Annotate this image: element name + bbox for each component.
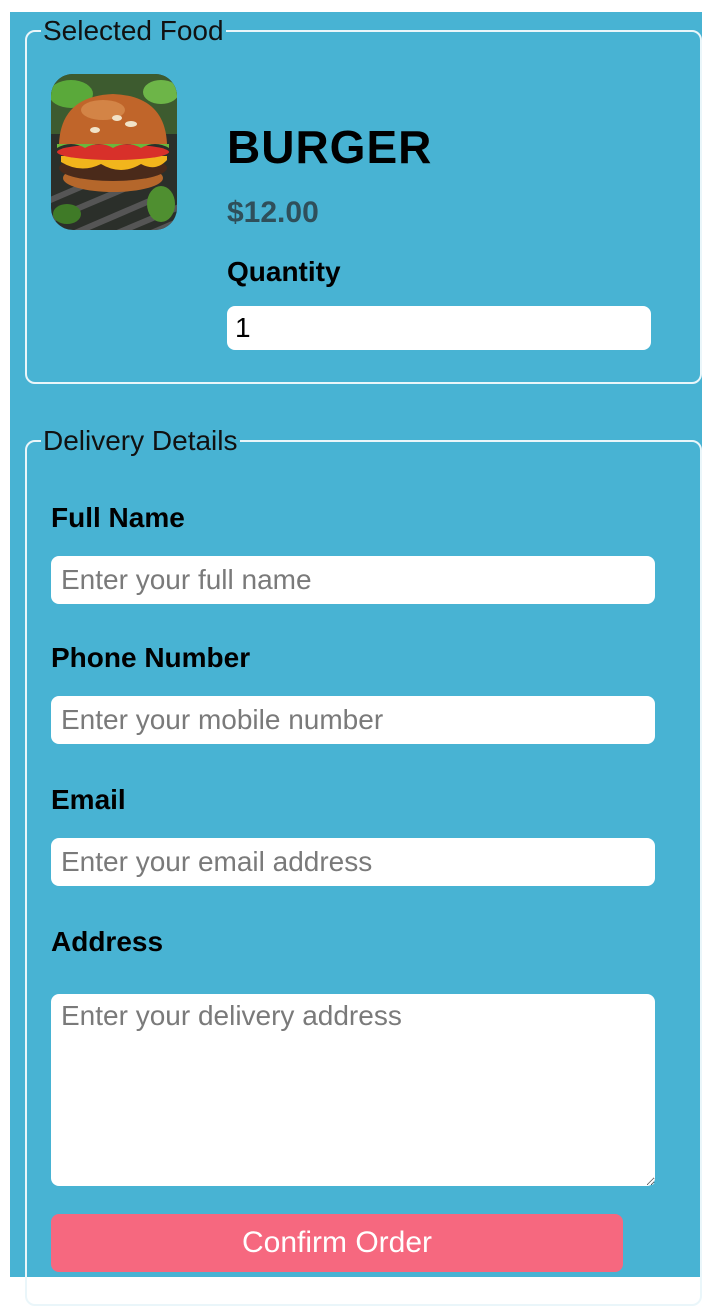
confirm-order-button[interactable]: Confirm Order xyxy=(51,1214,623,1272)
order-page: Selected Food BURGER $12.00 Quantity 1 D… xyxy=(10,12,702,1306)
address-label: Address xyxy=(51,926,164,957)
full-name-label: Full Name xyxy=(51,502,185,533)
address-textarea[interactable] xyxy=(51,994,655,1186)
full-name-input[interactable] xyxy=(51,556,655,604)
email-input[interactable] xyxy=(51,838,655,886)
selected-food-fieldset: Selected Food BURGER $12.00 Quantity 1 xyxy=(25,16,702,384)
delivery-details-legend: Delivery Details xyxy=(43,425,238,456)
food-name: BURGER xyxy=(227,121,433,173)
delivery-details-fieldset: Delivery Details Full Name Phone Number … xyxy=(25,426,702,1306)
food-price: $12.00 xyxy=(227,196,319,229)
quantity-input[interactable] xyxy=(227,306,651,350)
selected-food-legend: Selected Food xyxy=(43,15,224,46)
burger-image xyxy=(51,74,177,230)
phone-number-input[interactable] xyxy=(51,696,655,744)
phone-number-label: Phone Number xyxy=(51,642,251,673)
quantity-label: Quantity xyxy=(227,256,341,287)
email-label: Email xyxy=(51,784,126,815)
